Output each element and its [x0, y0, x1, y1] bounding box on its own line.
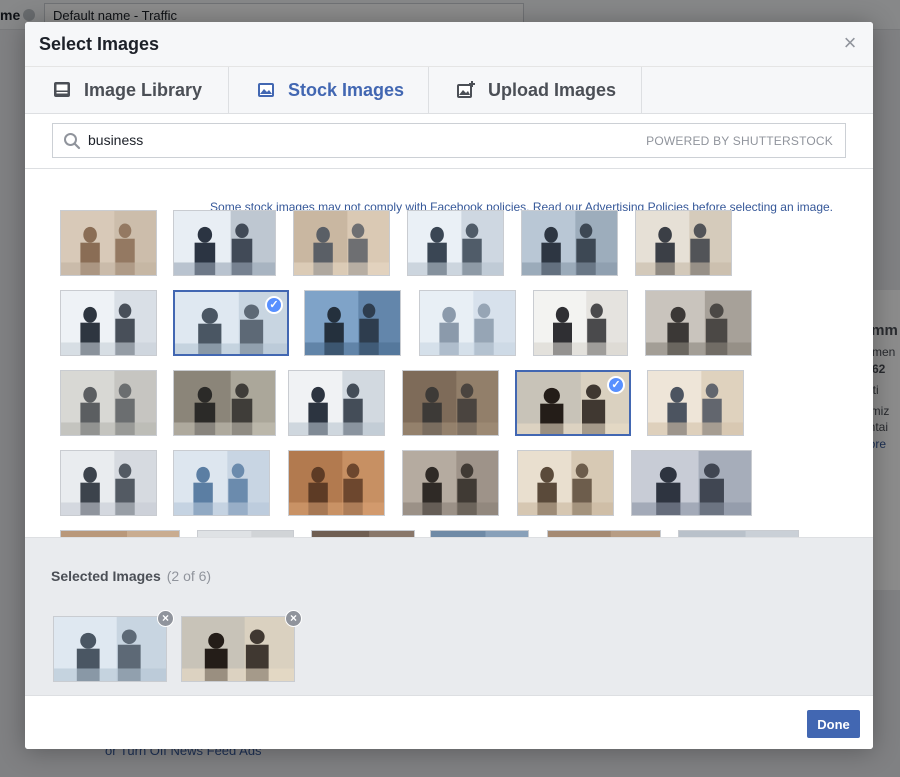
stock-image-thumbnail[interactable] — [419, 290, 516, 356]
powered-by-label: POWERED BY SHUTTERSTOCK — [646, 134, 833, 148]
tab-stock-images[interactable]: Stock Images — [229, 67, 429, 113]
stock-image-thumbnail[interactable]: ✓ — [173, 290, 289, 356]
stock-image-thumbnail[interactable] — [60, 370, 157, 436]
stock-image-thumbnail[interactable] — [60, 210, 157, 276]
selected-images-section: Selected Images (2 of 6) × × — [25, 537, 873, 695]
selected-image-thumbnail — [53, 616, 167, 682]
tab-label: Image Library — [84, 79, 203, 100]
stock-image-grid: ✓ ✓ — [25, 202, 873, 539]
stock-image-thumbnail[interactable] — [304, 290, 401, 356]
stock-image-thumbnail[interactable] — [631, 450, 752, 516]
search-area: POWERED BY SHUTTERSTOCK — [25, 114, 873, 169]
stock-image-thumbnail[interactable] — [173, 370, 276, 436]
checkmark-icon: ✓ — [265, 296, 283, 314]
stock-image-thumbnail[interactable] — [407, 210, 504, 276]
stock-image-thumbnail[interactable] — [60, 290, 157, 356]
stock-image-thumbnail[interactable] — [647, 370, 744, 436]
remove-icon[interactable]: × — [157, 610, 174, 627]
close-icon[interactable]: × — [841, 32, 859, 54]
tab-bar: Image Library Stock Images Upload Images — [25, 67, 873, 114]
remove-icon[interactable]: × — [285, 610, 302, 627]
stock-image-thumbnail[interactable] — [60, 450, 157, 516]
selected-images-label: Selected Images — [51, 568, 161, 584]
stock-image-thumbnail[interactable] — [521, 210, 618, 276]
stock-image-thumbnail[interactable] — [293, 210, 390, 276]
stock-image-thumbnail[interactable] — [173, 210, 276, 276]
stock-image-thumbnail[interactable] — [645, 290, 752, 356]
stock-image-thumbnail[interactable] — [402, 370, 499, 436]
stock-image-thumbnail[interactable]: ✓ — [515, 370, 631, 436]
select-images-dialog: Select Images × Image Library Stock Imag… — [25, 22, 873, 749]
stock-image-thumbnail[interactable] — [402, 450, 499, 516]
image-library-icon — [54, 82, 70, 97]
tab-image-library[interactable]: Image Library — [25, 67, 229, 113]
stock-image-thumbnail[interactable] — [288, 450, 385, 516]
checkmark-icon: ✓ — [607, 376, 625, 394]
dialog-title: Select Images — [39, 34, 160, 54]
stock-image-icon — [258, 83, 274, 97]
search-box: POWERED BY SHUTTERSTOCK — [52, 123, 846, 158]
search-icon — [64, 133, 81, 150]
stock-image-thumbnail[interactable] — [533, 290, 628, 356]
tab-label: Upload Images — [488, 79, 617, 100]
tab-upload-images[interactable]: Upload Images — [429, 67, 642, 113]
stock-image-thumbnail[interactable] — [173, 450, 270, 516]
done-button[interactable]: Done — [807, 710, 860, 738]
dialog-footer: Done — [25, 695, 873, 749]
selected-count: (2 of 6) — [166, 568, 212, 584]
dialog-header: Select Images × — [25, 22, 873, 67]
stock-image-thumbnail[interactable] — [517, 450, 614, 516]
search-input[interactable] — [88, 132, 588, 148]
upload-image-icon — [457, 81, 475, 98]
stock-image-thumbnail[interactable] — [635, 210, 732, 276]
tab-label: Stock Images — [288, 79, 405, 100]
selected-image-thumbnail — [181, 616, 295, 682]
stock-image-thumbnail[interactable] — [288, 370, 385, 436]
selected-images-title: Selected Images (2 of 6) — [51, 568, 211, 584]
